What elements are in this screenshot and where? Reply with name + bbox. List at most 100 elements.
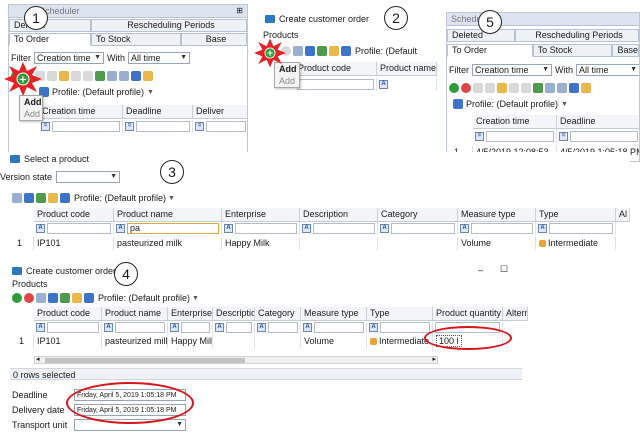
filter-input[interactable] xyxy=(226,322,252,333)
calendar-icon[interactable] xyxy=(119,71,129,81)
column-header[interactable]: Product name xyxy=(114,208,222,221)
cell-product-code[interactable]: IP101 xyxy=(34,335,102,348)
delete-icon[interactable] xyxy=(461,83,471,93)
export-icon[interactable] xyxy=(59,71,69,81)
export-icon[interactable] xyxy=(329,46,339,56)
filter-operator-icon[interactable]: A xyxy=(116,224,125,233)
column-header[interactable]: Description xyxy=(213,307,255,320)
column-header[interactable]: Category xyxy=(378,208,458,221)
tab-to-stock[interactable]: To Stock xyxy=(532,44,613,57)
profile-label[interactable]: Profile: (Default profile) xyxy=(466,99,558,109)
chevron-down-icon[interactable]: ▼ xyxy=(561,101,568,108)
menu-item-add[interactable]: Add xyxy=(20,96,42,108)
grid-icon[interactable] xyxy=(107,71,117,81)
cell-product-code[interactable]: IP101 xyxy=(34,237,114,250)
column-header[interactable]: Category xyxy=(255,307,301,320)
tag-icon[interactable] xyxy=(36,193,46,203)
table-row[interactable]: 1 IP101 pasteurized milk Happy Milk Volu… xyxy=(14,237,630,250)
edit-icon[interactable] xyxy=(47,71,57,81)
filter-input[interactable] xyxy=(115,322,165,333)
sync-icon[interactable] xyxy=(48,293,58,303)
minimize-button[interactable]: – xyxy=(478,265,483,275)
cell-description[interactable] xyxy=(213,335,255,348)
column-header[interactable]: Creation time xyxy=(39,105,123,118)
export-icon[interactable] xyxy=(497,83,507,93)
column-header[interactable]: Enterprise xyxy=(168,307,213,320)
cell-product-name[interactable]: pasteurized milk xyxy=(114,237,222,250)
settings-icon[interactable] xyxy=(533,83,543,93)
grid-icon[interactable] xyxy=(293,46,303,56)
column-header[interactable]: Deadline xyxy=(557,115,639,128)
column-header[interactable]: Deadline xyxy=(123,105,193,118)
filter-operator-icon[interactable]: A xyxy=(36,323,45,332)
with-combo[interactable]: All time ▼ xyxy=(576,64,639,76)
tab-base[interactable]: Base xyxy=(612,44,639,57)
cell-description[interactable] xyxy=(300,237,378,250)
sync-icon[interactable] xyxy=(131,71,141,81)
filter-operator-icon[interactable]: A xyxy=(369,323,378,332)
column-header[interactable]: Enterprise xyxy=(222,208,300,221)
filter-operator-icon[interactable]: A xyxy=(302,224,311,233)
tab-rescheduling-periods[interactable]: Rescheduling Periods xyxy=(91,19,247,32)
tag-icon[interactable] xyxy=(60,293,70,303)
filter-operator-icon[interactable]: A xyxy=(538,224,547,233)
profile-label[interactable]: Profile: (Default profile) xyxy=(74,193,166,203)
filter-operator-icon[interactable]: A xyxy=(36,224,45,233)
filter-operator-icon[interactable]: A xyxy=(257,323,266,332)
maximize-button[interactable]: ☐ xyxy=(500,264,508,275)
column-header[interactable]: Product name xyxy=(377,62,437,75)
refresh-icon[interactable] xyxy=(509,83,519,93)
profile-icon[interactable] xyxy=(60,193,70,203)
menu-item-add[interactable]: Add xyxy=(275,75,299,87)
chevron-down-icon[interactable]: ▼ xyxy=(192,295,199,302)
column-header[interactable]: Creation time xyxy=(473,115,557,128)
filter-combo[interactable]: Creation time ▼ xyxy=(472,64,552,76)
with-combo[interactable]: All time ▼ xyxy=(128,52,190,64)
chevron-down-icon[interactable]: ▼ xyxy=(168,195,175,202)
settings-icon[interactable] xyxy=(95,71,105,81)
column-header[interactable]: Description xyxy=(300,208,378,221)
filter-operator-icon[interactable]: = xyxy=(125,122,134,131)
tab-to-order[interactable]: To Order xyxy=(9,33,91,46)
edit-icon[interactable] xyxy=(485,83,495,93)
tab-base[interactable]: Base xyxy=(181,33,247,46)
scroll-right-icon[interactable]: ▸ xyxy=(432,355,436,363)
cell-enterprise[interactable]: Happy Milk xyxy=(222,237,300,250)
scroll-thumb[interactable] xyxy=(45,358,245,363)
filter-combo[interactable]: Creation time ▼ xyxy=(34,52,104,64)
cell-measure-type[interactable]: Volume xyxy=(458,237,536,250)
column-header[interactable]: Product quantity xyxy=(433,307,503,320)
filter-input[interactable] xyxy=(471,223,533,234)
column-header[interactable]: Product name xyxy=(102,307,168,320)
cell-type[interactable]: Intermediate xyxy=(536,237,616,250)
column-header[interactable]: Product code xyxy=(34,307,102,320)
filter-operator-icon[interactable]: A xyxy=(170,323,179,332)
column-header[interactable]: Product code xyxy=(34,208,114,221)
filter-operator-icon[interactable]: = xyxy=(195,122,204,131)
filter-input[interactable] xyxy=(235,223,297,234)
pin-icon[interactable]: ⊞ xyxy=(236,6,243,15)
filter-input[interactable] xyxy=(136,121,190,132)
column-header[interactable]: Product code xyxy=(295,62,377,75)
filter-icon[interactable] xyxy=(521,83,531,93)
column-header[interactable]: Type xyxy=(367,307,433,320)
grid-icon[interactable] xyxy=(12,193,22,203)
cell-enterprise[interactable]: Happy Milk xyxy=(168,335,213,348)
filter-input[interactable] xyxy=(52,121,120,132)
filter-input[interactable] xyxy=(297,79,374,90)
tab-deleted[interactable]: Deleted xyxy=(9,19,91,32)
tag-icon[interactable] xyxy=(317,46,327,56)
version-state-combo[interactable]: ▼ xyxy=(56,171,121,183)
filter-input[interactable] xyxy=(268,322,298,333)
column-header[interactable]: Measure type xyxy=(458,208,536,221)
filter-operator-icon[interactable]: A xyxy=(303,323,312,332)
filter-input[interactable] xyxy=(570,131,638,142)
tag-icon[interactable] xyxy=(581,83,591,93)
delete-icon[interactable] xyxy=(24,293,34,303)
copy-icon[interactable] xyxy=(473,83,483,93)
filter-input[interactable] xyxy=(391,223,455,234)
filter-input[interactable] xyxy=(47,322,99,333)
filter-operator-icon[interactable]: = xyxy=(41,122,50,131)
cell-measure-type[interactable]: Volume xyxy=(301,335,367,348)
profile-icon[interactable] xyxy=(84,293,94,303)
